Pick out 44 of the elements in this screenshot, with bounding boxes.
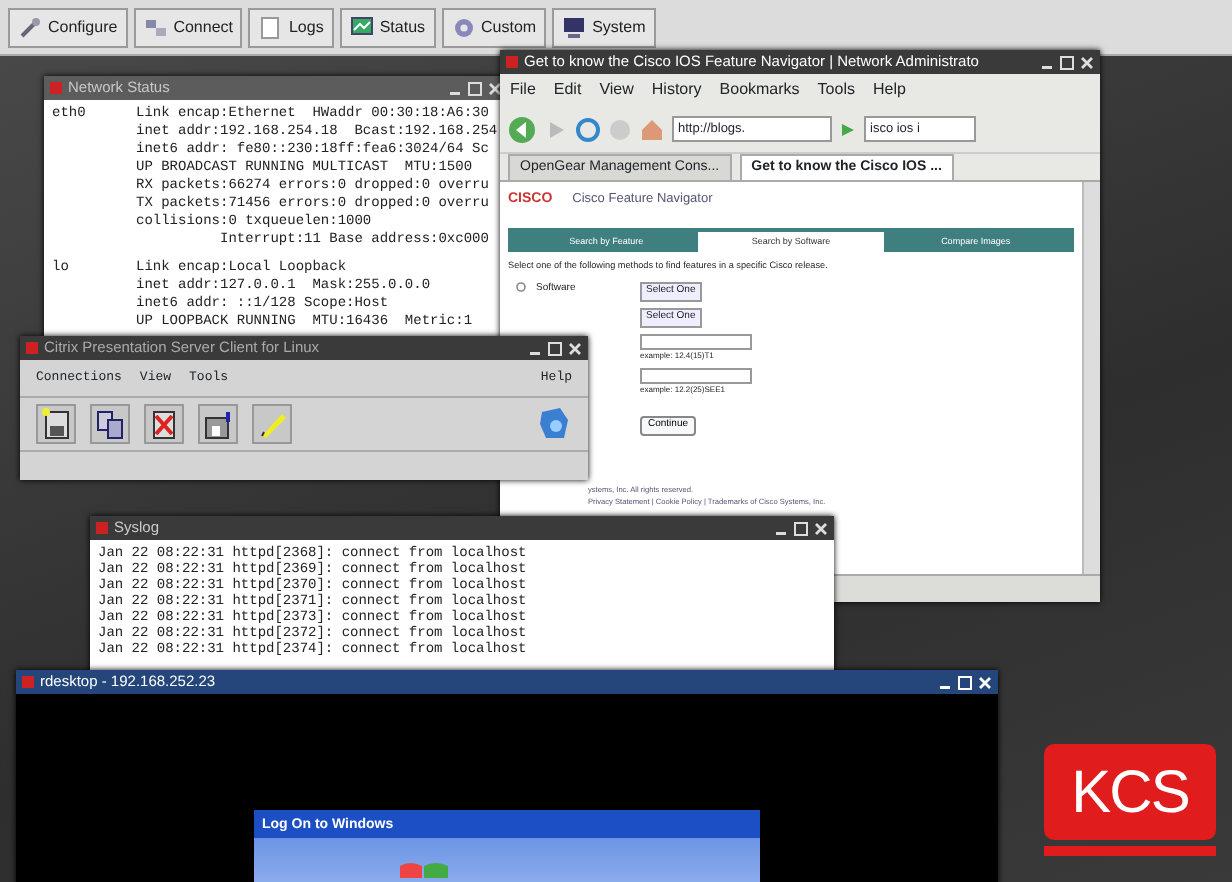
back-icon[interactable] [508,115,536,143]
window-icon [22,676,34,688]
properties-icon[interactable] [202,407,234,440]
input-field[interactable] [640,368,752,385]
menu-item[interactable]: Tools [817,78,855,102]
toolbar-button[interactable]: Custom [441,7,547,47]
gear-icon [451,15,476,39]
toolbar-button[interactable]: System [552,7,656,47]
input-field[interactable] [640,334,752,351]
menu-item[interactable]: View [599,78,634,102]
computer-icon [562,15,587,39]
new-document-icon[interactable] [40,407,72,440]
close-icon[interactable] [568,341,582,355]
menu-item[interactable]: History [651,78,702,102]
maximize-icon[interactable] [468,81,482,95]
copy-icon[interactable] [94,407,126,440]
monitor-icon [349,15,374,39]
window-icon [96,522,108,534]
maximize-icon[interactable] [548,341,562,355]
close-icon[interactable] [488,81,502,95]
maximize-icon[interactable] [1060,55,1074,69]
toolbar-button[interactable]: Status [339,7,436,47]
radio-button[interactable] [516,282,526,293]
wrench-icon [18,15,42,39]
maximize-icon[interactable] [794,521,808,535]
kcs-logo: KCS [1044,744,1216,840]
toolbar-button[interactable]: Connect [133,7,243,47]
delete-icon[interactable] [148,407,180,440]
citrix-logo-icon [536,405,572,442]
toolbar-button[interactable]: Configure [8,7,128,47]
window-icon [26,342,38,354]
scrollbar[interactable] [1082,182,1100,574]
window-icon [506,56,518,68]
menu-item[interactable]: Bookmarks [719,78,800,102]
reload-icon[interactable] [576,117,600,141]
menu-item[interactable]: Help [872,78,906,102]
network-icon [143,15,168,39]
close-icon[interactable] [814,521,828,535]
toolbar-button[interactable]: Logs [248,7,334,47]
page-icon [258,15,283,39]
window-icon [50,82,62,94]
close-icon[interactable] [1080,55,1094,69]
menu-item[interactable]: File [510,78,536,102]
menu-item[interactable]: Edit [553,78,582,102]
